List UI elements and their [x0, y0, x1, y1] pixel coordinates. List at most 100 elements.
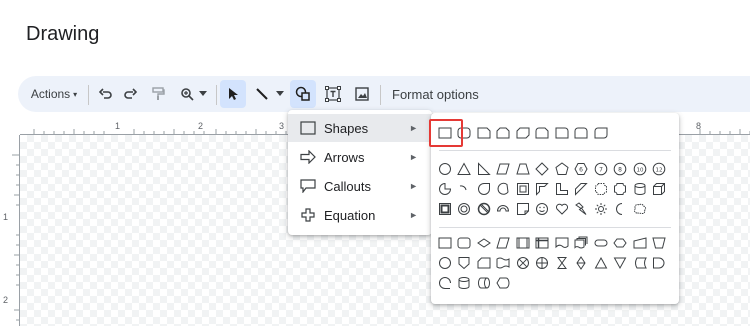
toolbar-divider — [216, 85, 217, 105]
plaque-2-shape[interactable] — [611, 180, 631, 198]
l-shape[interactable] — [552, 180, 572, 198]
flowchart-manual-operation-shape[interactable] — [650, 234, 670, 252]
flowchart-card-shape[interactable] — [474, 254, 494, 272]
zoom-icon — [180, 88, 194, 101]
text-box-button[interactable] — [321, 76, 345, 112]
snip-corner-rectangle-shape[interactable] — [474, 124, 494, 142]
shape-row-flowchart-2 — [435, 254, 669, 272]
heptagon-7-shape[interactable]: 7 — [591, 160, 611, 178]
flowchart-internal-storage-shape[interactable] — [533, 234, 553, 252]
arc-shape[interactable] — [455, 180, 475, 198]
zoom-button[interactable] — [175, 76, 211, 112]
flowchart-extract-shape[interactable] — [591, 254, 611, 272]
smiley-face-shape[interactable] — [533, 200, 553, 218]
hexagon-6-shape[interactable]: 6 — [572, 160, 592, 178]
cloud-shape[interactable] — [630, 200, 650, 218]
can-shape[interactable] — [630, 180, 650, 198]
actions-menu-button[interactable]: Actions ▾ — [28, 76, 80, 112]
paint-format-button[interactable] — [147, 76, 169, 112]
diagonal-stripe-shape[interactable] — [572, 180, 592, 198]
flowchart-sort-shape[interactable] — [572, 254, 592, 272]
half-frame-shape[interactable] — [533, 180, 553, 198]
diamond-shape[interactable] — [533, 160, 553, 178]
undo-icon — [99, 88, 112, 99]
right-triangle-shape[interactable] — [474, 160, 494, 178]
flowchart-connector-shape[interactable] — [435, 254, 455, 272]
round-single-corner-rectangle-shape[interactable] — [552, 124, 572, 142]
lightning-bolt-shape[interactable] — [572, 200, 592, 218]
parallelogram-shape[interactable] — [494, 160, 514, 178]
sun-shape[interactable] — [591, 200, 611, 218]
octagon-8-shape[interactable]: 8 — [611, 160, 631, 178]
decagon-10-shape[interactable]: 10 — [630, 160, 650, 178]
redo-icon — [124, 88, 137, 99]
dialog-title: Drawing — [26, 23, 100, 45]
triangle-shape[interactable] — [455, 160, 475, 178]
format-options-button[interactable]: Format options — [392, 76, 479, 112]
undo-button[interactable] — [95, 76, 117, 112]
flowchart-delay-shape[interactable] — [650, 254, 670, 272]
flowchart-predefined-process-shape[interactable] — [513, 234, 533, 252]
round-diagonal-rectangle-shape[interactable] — [591, 124, 611, 142]
frame-shape[interactable] — [513, 180, 533, 198]
donut-shape[interactable] — [455, 200, 475, 218]
flowchart-punched-tape-shape[interactable] — [494, 254, 514, 272]
chord-shape[interactable] — [494, 180, 514, 198]
flowchart-terminator-shape[interactable] — [591, 234, 611, 252]
flowchart-data-shape[interactable] — [494, 234, 514, 252]
image-button[interactable] — [350, 76, 374, 112]
snip-diagonal-rectangle-shape[interactable] — [513, 124, 533, 142]
teardrop-shape[interactable] — [474, 180, 494, 198]
flowchart-display-shape[interactable] — [494, 274, 514, 292]
flowchart-process-shape[interactable] — [435, 234, 455, 252]
dodecagon-12-shape[interactable]: 12 — [650, 160, 670, 178]
chevron-down-icon — [275, 91, 284, 96]
flowchart-magnetic-disk-shape[interactable] — [455, 274, 475, 292]
redo-button[interactable] — [119, 76, 141, 112]
line-tool-button[interactable] — [250, 76, 288, 112]
flowchart-preparation-shape[interactable] — [611, 234, 631, 252]
flowchart-offpage-connector-shape[interactable] — [455, 254, 475, 272]
svg-text:8: 8 — [618, 167, 622, 174]
flowchart-manual-input-shape[interactable] — [630, 234, 650, 252]
paint-format-icon — [152, 87, 165, 100]
heart-shape[interactable] — [552, 200, 572, 218]
flowchart-stored-data-shape[interactable] — [630, 254, 650, 272]
snip-same-side-rectangle-shape[interactable] — [494, 124, 514, 142]
pentagon-shape[interactable] — [552, 160, 572, 178]
toolbar: Actions ▾ Format options — [18, 76, 750, 112]
menu-item-equation[interactable]: Equation ► — [288, 201, 432, 229]
shape-tool-button[interactable] — [290, 80, 316, 108]
no-symbol-shape[interactable] — [474, 200, 494, 218]
flowchart-sequential-storage-shape[interactable] — [435, 274, 455, 292]
trapezoid-shape[interactable] — [513, 160, 533, 178]
moon-shape[interactable] — [611, 200, 631, 218]
flowchart-multidocument-shape[interactable] — [572, 234, 592, 252]
ellipse-shape[interactable] — [435, 160, 455, 178]
flowchart-merge-shape[interactable] — [611, 254, 631, 272]
select-tool-button[interactable] — [220, 80, 246, 108]
select-icon — [229, 88, 238, 100]
menu-item-shapes[interactable]: Shapes ► — [288, 114, 432, 142]
panel-divider — [439, 150, 671, 151]
plaque-shape[interactable] — [591, 180, 611, 198]
flowchart-alternate-process-shape[interactable] — [455, 234, 475, 252]
menu-item-arrows[interactable]: Arrows ► — [288, 143, 432, 171]
submenu-arrow-icon: ► — [409, 123, 418, 133]
bevel-shape[interactable] — [435, 200, 455, 218]
flowchart-direct-access-storage-shape[interactable] — [474, 274, 494, 292]
round-same-side-rectangle-shape[interactable] — [572, 124, 592, 142]
snip-round-rectangle-shape[interactable] — [533, 124, 553, 142]
folded-corner-shape[interactable] — [513, 200, 533, 218]
pie-shape[interactable] — [435, 180, 455, 198]
block-arc-shape[interactable] — [494, 200, 514, 218]
flowchart-or-shape[interactable] — [533, 254, 553, 272]
flowchart-document-shape[interactable] — [552, 234, 572, 252]
flowchart-decision-shape[interactable] — [474, 234, 494, 252]
cube-shape[interactable] — [650, 180, 670, 198]
svg-text:6: 6 — [579, 167, 583, 174]
menu-item-callouts[interactable]: Callouts ► — [288, 172, 432, 200]
vertical-ruler: 1 2 — [0, 135, 20, 326]
flowchart-collate-shape[interactable] — [552, 254, 572, 272]
flowchart-summing-junction-shape[interactable] — [513, 254, 533, 272]
